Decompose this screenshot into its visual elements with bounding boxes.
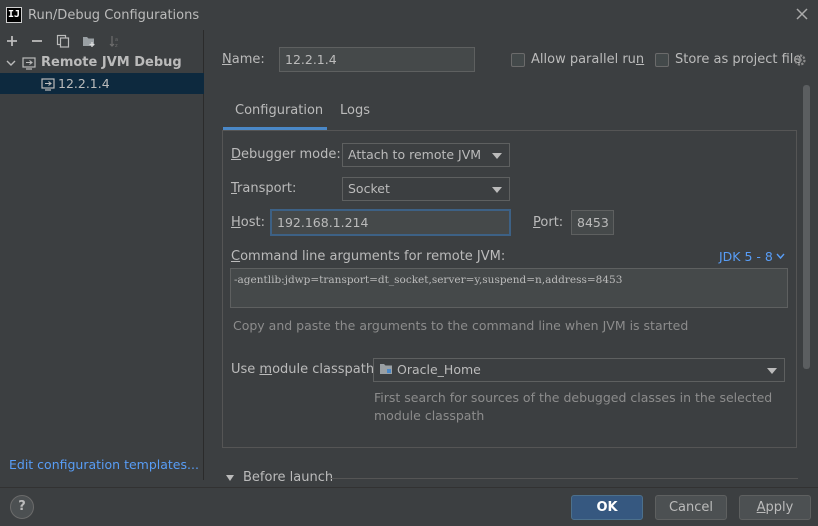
ok-button[interactable]: OK — [571, 495, 643, 520]
svg-text:z: z — [115, 43, 118, 48]
name-input[interactable]: 12.2.1.4 — [279, 47, 475, 72]
window-title: Run/Debug Configurations — [28, 8, 200, 23]
port-input[interactable]: 8453 — [571, 210, 614, 235]
debugger-mode-label: Debugger mode: — [231, 147, 341, 162]
vertical-scrollbar[interactable] — [803, 85, 810, 369]
debugger-mode-value: Attach to remote JVM — [348, 147, 482, 162]
remote-debug-icon — [41, 78, 55, 91]
before-launch-section-header[interactable]: Before launch — [243, 470, 333, 485]
copy-icon[interactable] — [56, 34, 70, 48]
tree-group-remote-jvm-debug[interactable]: Remote JVM Debug — [0, 53, 204, 73]
add-icon[interactable] — [5, 34, 19, 48]
store-as-project-file-label: Store as project file — [675, 52, 802, 67]
command-line-args-hint: Copy and paste the arguments to the comm… — [233, 318, 689, 333]
intellij-app-icon: IJ — [6, 7, 22, 23]
transport-select[interactable]: Socket — [342, 177, 510, 201]
name-label: Name: — [222, 52, 265, 67]
module-classpath-value: Oracle_Home — [397, 362, 481, 377]
command-line-args-field[interactable]: -agentlib:jdwp=transport=dt_socket,serve… — [230, 268, 788, 308]
close-icon[interactable] — [794, 6, 810, 22]
port-label: Port: — [533, 215, 564, 230]
transport-label: Transport: — [231, 181, 297, 196]
tree-item-12-2-1-4[interactable]: 12.2.1.4 — [0, 73, 204, 94]
chevron-down-icon — [776, 253, 785, 260]
tree-item-label: 12.2.1.4 — [58, 76, 110, 91]
command-line-args-label: Command line arguments for remote JVM: — [231, 249, 506, 264]
cancel-button[interactable]: Cancel — [655, 495, 727, 520]
chevron-down-icon[interactable] — [6, 58, 16, 68]
tab-configuration[interactable]: Configuration — [235, 103, 323, 118]
apply-button[interactable]: Apply — [739, 495, 811, 520]
tab-logs[interactable]: Logs — [340, 103, 370, 118]
transport-value: Socket — [348, 181, 390, 196]
folder-add-icon[interactable] — [82, 34, 96, 48]
chevron-down-icon — [492, 187, 502, 193]
allow-parallel-run-checkbox[interactable] — [511, 53, 525, 67]
tree-group-label: Remote JVM Debug — [41, 55, 182, 70]
host-label: Host: — [231, 215, 265, 230]
module-folder-icon — [380, 364, 392, 374]
debugger-mode-select[interactable]: Attach to remote JVM — [342, 143, 510, 167]
remove-icon[interactable] — [30, 34, 44, 48]
module-classpath-hint-line-1: First search for sources of the debugged… — [374, 390, 773, 405]
help-button[interactable]: ? — [10, 495, 34, 519]
sort-icon[interactable]: a z — [108, 34, 122, 48]
allow-parallel-run-label: Allow parallel run — [531, 52, 645, 67]
module-classpath-label: Use module classpath: — [231, 362, 379, 377]
remote-debug-icon — [22, 57, 36, 70]
gear-icon[interactable] — [793, 53, 807, 67]
module-classpath-hint-line-2: module classpath — [374, 408, 485, 423]
module-classpath-select[interactable]: Oracle_Home — [373, 358, 785, 382]
chevron-down-icon — [767, 368, 777, 374]
before-launch-divider — [330, 478, 798, 479]
host-input[interactable]: 192.168.1.214 — [270, 209, 511, 236]
configurations-tree-pane — [0, 30, 204, 480]
chevron-down-icon[interactable] — [226, 475, 234, 481]
jdk-version-dropdown[interactable]: JDK 5 - 8 — [719, 249, 785, 264]
store-as-project-file-checkbox[interactable] — [655, 53, 669, 67]
chevron-down-icon — [492, 153, 502, 159]
edit-configuration-templates-link[interactable]: Edit configuration templates... — [9, 457, 199, 472]
